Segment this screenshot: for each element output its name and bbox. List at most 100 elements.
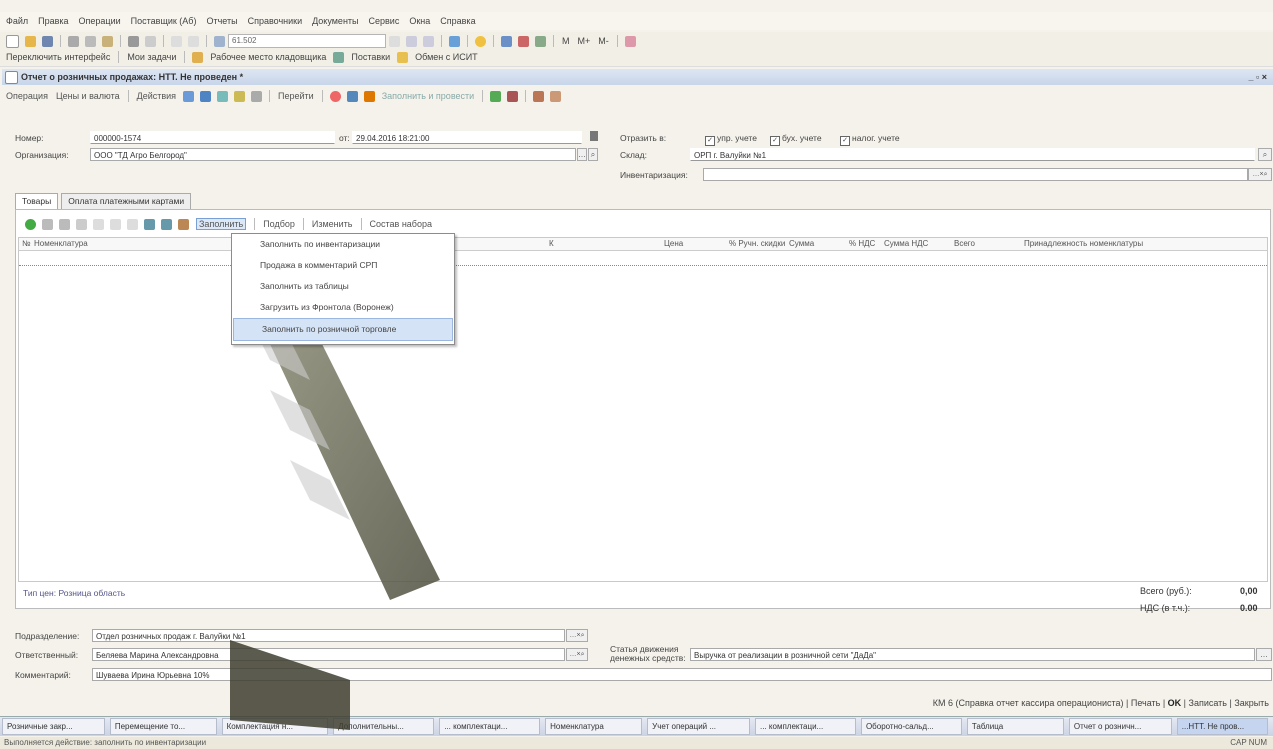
division-buttons-icon[interactable]: …×⌕ [566, 629, 588, 642]
preview-icon[interactable] [145, 35, 156, 47]
task-window[interactable]: Перемещение то... [109, 718, 217, 735]
window-icon[interactable] [449, 35, 460, 47]
col-vat-sum[interactable]: Сумма НДС [884, 238, 928, 250]
col-vat-rate[interactable]: % НДС [849, 238, 875, 250]
tab-goods[interactable]: Товары [15, 193, 59, 209]
flow-buttons-icon[interactable]: … [1256, 648, 1272, 661]
col-discount[interactable]: % Ручн. скидки [729, 238, 785, 250]
goods-table[interactable]: № Номенклатура К Цена % Ручн. скидки Сум… [18, 237, 1268, 598]
menu-item-sale-comment[interactable]: Продажа в комментарий СРП [232, 255, 454, 276]
memory-m[interactable]: M [562, 36, 570, 46]
flow-field[interactable]: Выручка от реализации в розничной сети "… [690, 648, 1255, 661]
help-doc-icon[interactable] [329, 90, 341, 102]
calculator-icon[interactable] [518, 35, 529, 47]
set-button[interactable]: Состав набора [370, 219, 432, 229]
ok-button[interactable]: OK [1168, 698, 1182, 708]
menu-refs[interactable]: Справочники [248, 16, 303, 26]
copy-icon[interactable] [85, 35, 96, 47]
task-window[interactable]: Оборотно-сальд... [860, 718, 962, 735]
check-mgmt-box[interactable]: ✓ [705, 136, 715, 146]
menu-item-fill-inventory[interactable]: Заполнить по инвентаризации [232, 234, 454, 255]
task-window[interactable]: Розничные закр... [2, 718, 105, 735]
task-window[interactable]: Учет операций ... [647, 718, 751, 735]
menu-edit[interactable]: Правка [38, 16, 68, 26]
memory-mplus[interactable]: M+ [578, 36, 591, 46]
print-icon[interactable] [128, 35, 139, 47]
inventory-buttons-icon[interactable]: …×⌕ [1248, 168, 1272, 181]
switch-interface-button[interactable]: Переключить интерфейс [6, 52, 110, 62]
post-icon[interactable] [183, 90, 195, 102]
table-icon[interactable] [535, 35, 546, 47]
structure-icon[interactable] [200, 90, 212, 102]
check-tax[interactable]: ✓ налог. учете [840, 133, 900, 146]
end-edit-icon[interactable] [93, 218, 104, 230]
menu-operations[interactable]: Операции [79, 16, 121, 26]
col-k[interactable]: К [549, 238, 554, 250]
org-select-button[interactable]: … [577, 148, 587, 161]
task-window[interactable]: Таблица [966, 718, 1064, 735]
resp-buttons-icon[interactable]: …×⌕ [566, 648, 588, 661]
delete-row-icon[interactable] [76, 218, 87, 230]
check-acc[interactable]: ✓ бух. учете [770, 133, 822, 146]
add-row-icon[interactable] [25, 218, 36, 230]
menu-item-frontol[interactable]: Загрузить из Фронтола (Воронеж) [232, 297, 454, 318]
save-icon[interactable] [42, 35, 53, 47]
actions-menu[interactable]: Действия [137, 91, 176, 101]
division-field[interactable]: Отдел розничных продаж г. Валуйки №1 [92, 629, 565, 642]
fill-and-post-button[interactable]: Заполнить и провести [382, 91, 474, 101]
org-field[interactable]: ООО "ТД Агро Белгород" [90, 148, 576, 161]
menu-reports[interactable]: Отчеты [206, 16, 237, 26]
ff-icon[interactable] [363, 90, 375, 102]
move-up-icon[interactable] [110, 218, 121, 230]
dropdown-icon[interactable] [389, 35, 400, 47]
check-acc-box[interactable]: ✓ [770, 136, 780, 146]
window-controls[interactable]: _ ▫ × [1249, 72, 1267, 82]
col-belonging[interactable]: Принадлежность номенклатуры [1024, 238, 1143, 250]
operation-menu[interactable]: Операция [6, 91, 48, 101]
redo-icon[interactable] [188, 35, 199, 47]
dt-kt-icon[interactable] [217, 90, 229, 102]
tab-card-payments[interactable]: Оплата платежными картами [61, 193, 192, 209]
menu-help[interactable]: Справка [440, 16, 475, 26]
grid-icon[interactable] [346, 90, 358, 102]
task-window[interactable]: Номенклатура [545, 718, 643, 735]
menu-supplier[interactable]: Поставщик (Аб) [131, 16, 197, 26]
task-window[interactable]: Комплектация н... [221, 718, 329, 735]
number-field[interactable]: 000000-1574 [90, 131, 335, 144]
menu-windows[interactable]: Окна [409, 16, 430, 26]
fill-button[interactable]: Заполнить [196, 218, 247, 230]
task-window-active[interactable]: ...НТТ. Не пров... [1176, 718, 1268, 735]
col-nomenclature[interactable]: Номенклатура [34, 238, 88, 250]
task-window[interactable]: Отчет о розничн... [1068, 718, 1172, 735]
calendar-button-icon[interactable] [590, 131, 598, 141]
inventory-field[interactable] [703, 168, 1248, 181]
calendar-icon[interactable] [501, 35, 512, 47]
table-row[interactable] [19, 251, 1267, 266]
comment-field[interactable]: Шуваева Ирина Юрьевна 10% [92, 668, 1272, 681]
tools-icon[interactable] [624, 35, 636, 47]
task-window[interactable]: ... комплектаци... [439, 718, 541, 735]
new-doc-icon[interactable] [6, 34, 19, 48]
undo-icon[interactable] [171, 35, 182, 47]
sort-asc-icon[interactable] [144, 218, 155, 230]
col-num[interactable]: № [22, 238, 31, 250]
help-icon[interactable] [475, 35, 486, 47]
kt2-icon[interactable] [507, 90, 519, 102]
price-type-link[interactable]: Тип цен: Розница область [23, 588, 125, 598]
find-icon[interactable] [214, 35, 225, 47]
warehouse-search-icon[interactable]: ⌕ [1258, 148, 1272, 161]
find-prev-icon[interactable] [423, 35, 434, 47]
menu-item-fill-table[interactable]: Заполнить из таблицы [232, 276, 454, 297]
find-next-icon[interactable] [406, 35, 417, 47]
report-icon[interactable] [234, 90, 246, 102]
print-button[interactable]: Печать [1131, 698, 1160, 708]
warehouse-field[interactable]: ОРП г. Валуйки №1 [690, 148, 1255, 161]
kt-icon[interactable] [490, 90, 502, 102]
settings-icon[interactable] [178, 218, 189, 230]
storekeeper-button[interactable]: Рабочее место кладовщика [210, 52, 326, 62]
copy-doc-icon[interactable] [251, 90, 263, 102]
cut-icon[interactable] [68, 35, 79, 47]
col-price[interactable]: Цена [664, 238, 683, 250]
menu-service[interactable]: Сервис [369, 16, 400, 26]
resp-field[interactable]: Беляева Марина Александровна [92, 648, 565, 661]
